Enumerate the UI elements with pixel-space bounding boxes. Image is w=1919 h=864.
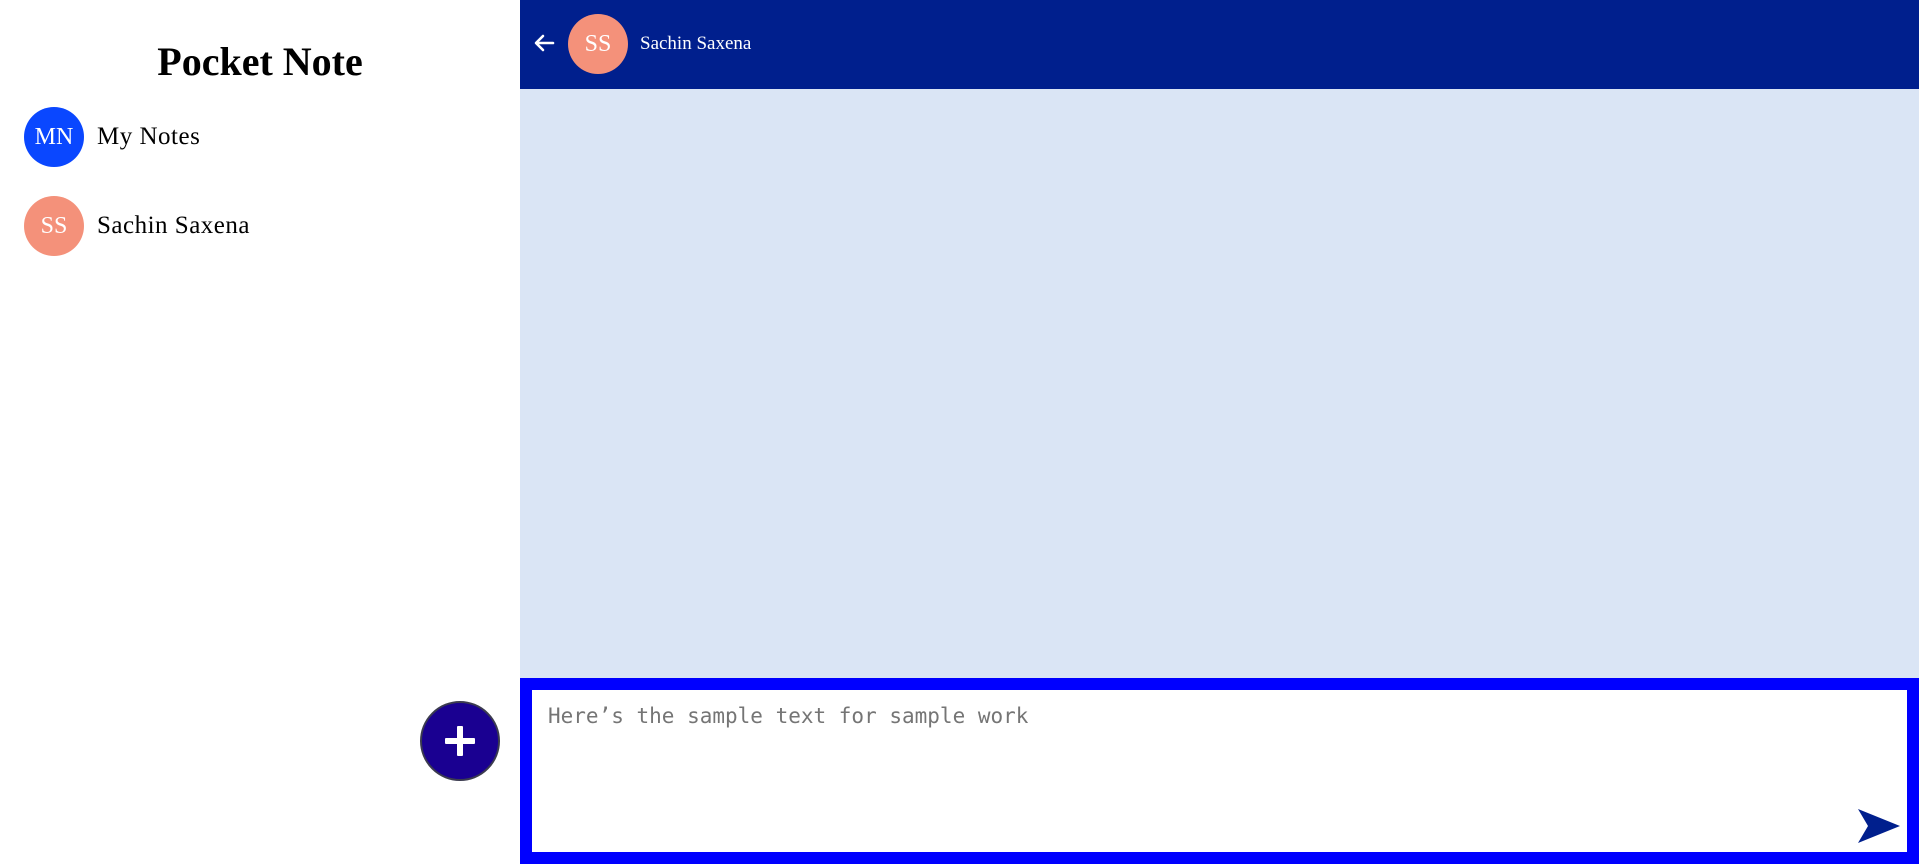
note-input[interactable]: [532, 690, 1907, 852]
send-button[interactable]: [1856, 806, 1902, 846]
arrow-left-icon: [534, 34, 555, 52]
avatar: SS: [24, 196, 84, 256]
group-item-my-notes[interactable]: MN My Notes: [24, 107, 200, 167]
back-button[interactable]: [532, 31, 556, 55]
header-avatar: SS: [568, 14, 628, 74]
app-root: Pocket Note MN My Notes SS Sachin Saxena…: [0, 0, 1919, 864]
add-group-button[interactable]: [420, 701, 500, 781]
send-icon: [1858, 809, 1900, 843]
app-title: Pocket Note: [157, 39, 363, 84]
group-name: Sachin Saxena: [97, 212, 250, 239]
sidebar: Pocket Note MN My Notes SS Sachin Saxena: [0, 0, 520, 864]
avatar: MN: [24, 107, 84, 167]
chat-title: Sachin Saxena: [640, 33, 752, 54]
chat-panel: SS Sachin Saxena: [520, 0, 1919, 864]
chat-header: SS Sachin Saxena: [520, 0, 1919, 89]
group-name: My Notes: [97, 123, 201, 150]
plus-icon: [445, 726, 475, 756]
composer: [520, 678, 1919, 864]
group-item-sachin-saxena[interactable]: SS Sachin Saxena: [24, 196, 250, 256]
